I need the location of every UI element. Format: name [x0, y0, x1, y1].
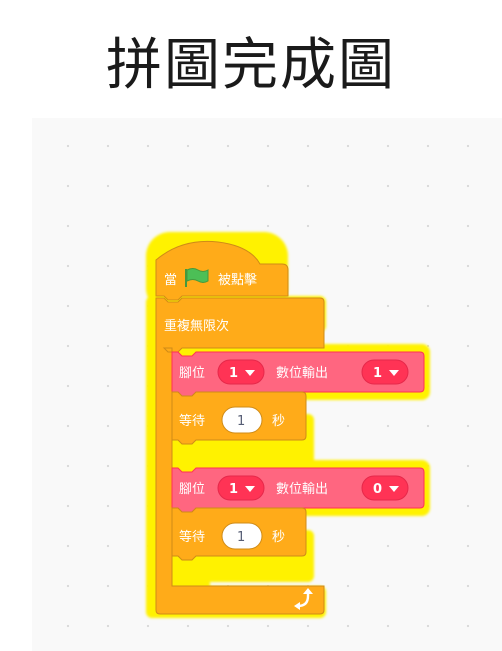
pin-dropdown-value: 1 [229, 482, 238, 497]
wait-seconds-value: 1 [237, 414, 245, 429]
pin-label: 腳位 [179, 366, 205, 381]
wait-label: 等待 [179, 529, 205, 545]
wait-seconds-input[interactable]: 1 [221, 522, 263, 550]
pin-dropdown-value: 1 [229, 366, 238, 381]
pin-dropdown[interactable]: 1 [217, 359, 265, 385]
digital-write-block[interactable]: 腳位 1 數位輸出 0 [171, 467, 425, 513]
pin-dropdown[interactable]: 1 [217, 475, 265, 501]
code-workspace[interactable]: 當 被點擊 重複無限次 腳位 1 數位輸出 1 等待 1 秒 腳位 1 數位輸出… [32, 118, 502, 651]
digital-write-block[interactable]: 腳位 1 數位輸出 1 [171, 351, 425, 397]
hat-suffix: 被點擊 [218, 272, 257, 288]
wait-seconds-value: 1 [237, 530, 245, 545]
hat-prefix: 當 [164, 273, 177, 288]
output-dropdown-value: 1 [373, 366, 382, 381]
wait-block[interactable]: 等待 1 秒 [171, 391, 307, 445]
wait-label: 等待 [179, 413, 205, 429]
block-script[interactable]: 當 被點擊 重複無限次 腳位 1 數位輸出 1 等待 1 秒 腳位 1 數位輸出… [32, 118, 502, 651]
output-label: 數位輸出 [276, 482, 328, 497]
wait-block[interactable]: 等待 1 秒 [171, 507, 307, 561]
wait-seconds-input[interactable]: 1 [221, 406, 263, 434]
output-dropdown[interactable]: 0 [361, 475, 409, 501]
wait-unit: 秒 [272, 414, 285, 429]
pin-label: 腳位 [179, 482, 205, 497]
forever-label: 重複無限次 [164, 318, 229, 334]
output-label: 數位輸出 [276, 366, 328, 381]
output-dropdown[interactable]: 1 [361, 359, 409, 385]
page-title: 拼圖完成圖 [106, 33, 396, 98]
wait-unit: 秒 [272, 530, 285, 545]
output-dropdown-value: 0 [373, 482, 382, 497]
page: 拼圖完成圖 當 被點擊 重複無限次 腳位 1 數位輸出 1 等待 1 秒 腳位 … [0, 0, 502, 651]
